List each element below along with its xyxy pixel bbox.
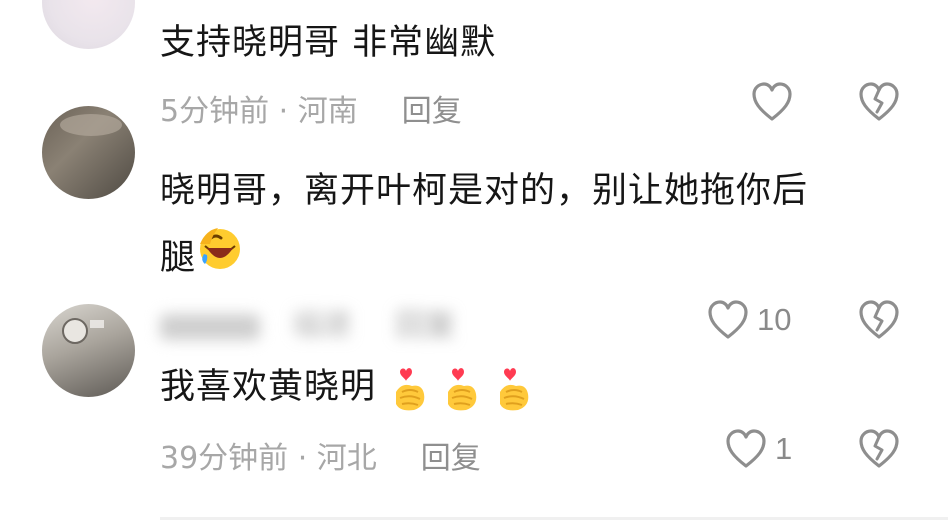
broken-heart-outline-icon <box>859 82 899 121</box>
heart-outline-icon <box>708 300 748 339</box>
like-count: 10 <box>757 302 792 337</box>
comment-meta: 福建 回复 <box>160 300 456 344</box>
comment-meta: 5分钟前 · 河南 回复 <box>160 86 462 130</box>
finger-heart-emoji <box>448 368 477 411</box>
like-button[interactable]: 1 <box>725 429 792 469</box>
avatar[interactable] <box>42 0 135 49</box>
dislike-button[interactable] <box>858 82 900 126</box>
comment-text-line: 晓明哥，离开叶柯是对的，别让她拖你后 <box>160 171 809 211</box>
comment-text-line-2: 腿 <box>160 224 878 294</box>
finger-heart-emoji <box>396 368 425 411</box>
divider <box>160 517 948 520</box>
broken-heart-outline-icon <box>859 429 899 468</box>
like-button[interactable]: 10 <box>707 300 791 340</box>
comment-meta: 39分钟前 · 河北 回复 <box>160 433 481 477</box>
avatar[interactable] <box>42 106 135 199</box>
avatar[interactable] <box>42 304 135 397</box>
finger-heart-emoji <box>500 368 529 411</box>
rolling-laughing-emoji <box>196 224 244 294</box>
dislike-button[interactable] <box>858 300 900 344</box>
broken-heart-outline-icon <box>859 300 899 339</box>
comment-text: 晓明哥，离开叶柯是对的，别让她拖你后 腿 <box>160 158 878 294</box>
comment-time-location: 39分钟前 · 河北 <box>160 441 377 476</box>
like-count: 1 <box>775 431 793 466</box>
reply-button[interactable]: 回复 <box>396 308 456 343</box>
reply-button[interactable]: 回复 <box>421 441 481 476</box>
heart-outline-icon <box>726 429 766 468</box>
comment-location: 福建 <box>291 308 352 343</box>
comment-text: 我喜欢黄晓明 <box>160 354 878 420</box>
blurred-time <box>160 313 260 340</box>
like-button[interactable] <box>751 82 793 122</box>
finger-heart-emoji-group <box>388 367 536 411</box>
heart-outline-icon <box>752 82 792 121</box>
comment-text: 支持晓明哥 非常幽默 <box>160 23 497 63</box>
comment-time-location: 5分钟前 · 河南 <box>160 94 358 129</box>
reply-button[interactable]: 回复 <box>402 94 462 129</box>
dislike-button[interactable] <box>858 429 900 473</box>
